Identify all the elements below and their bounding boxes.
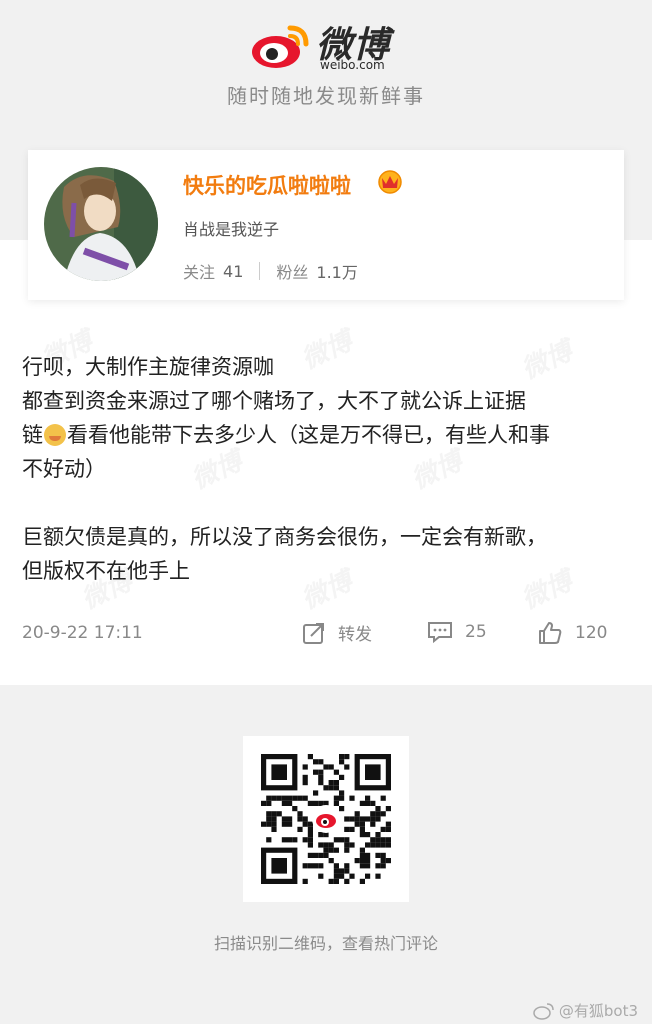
post-text-segment: 链 bbox=[22, 423, 43, 447]
repost-icon bbox=[303, 622, 324, 644]
post-meta: 20-9-22 17:11 转发 25 120 bbox=[22, 620, 632, 650]
stats-divider bbox=[259, 262, 261, 280]
repost-button[interactable]: 转发 bbox=[302, 620, 372, 645]
post-line: 行呗，大制作主旋律资源咖 bbox=[22, 355, 274, 379]
qr-hint: 扫描识别二维码，查看热门评论 bbox=[213, 934, 438, 953]
fans-label[interactable]: 粉丝 bbox=[276, 259, 308, 283]
like-button[interactable]: 120 bbox=[537, 620, 607, 646]
comment-count: 25 bbox=[465, 622, 487, 642]
qr-code[interactable] bbox=[243, 736, 409, 902]
comment-icon bbox=[428, 622, 452, 644]
credit-text: @有狐bot3 bbox=[558, 1002, 638, 1020]
logo-domain: weibo.com bbox=[320, 58, 385, 72]
username[interactable]: 快乐的吃瓜啦啦啦 bbox=[183, 170, 351, 200]
post-time: 20-9-22 17:11 bbox=[22, 623, 143, 643]
drooling-emoji-icon bbox=[44, 424, 66, 446]
post-line: 都查到资金来源过了哪个赌场了，大不了就公诉上证据 bbox=[22, 389, 526, 413]
follow-label[interactable]: 关注 bbox=[183, 259, 215, 283]
post-text-segment: 看看他能带下去多少人（这是万不得已，有些人和事 bbox=[67, 423, 550, 447]
bio: 肖战是我逆子 bbox=[183, 220, 280, 239]
post-line: 巨额欠债是真的，所以没了商务会很伤，一定会有新歌， bbox=[22, 525, 547, 549]
thumbs-up-icon bbox=[539, 622, 562, 644]
vip-crown-icon bbox=[378, 170, 402, 194]
weibo-small-icon bbox=[533, 1002, 554, 1020]
fans-count[interactable]: 1.1万 bbox=[316, 259, 357, 283]
weibo-eye-icon bbox=[252, 25, 309, 68]
like-count: 120 bbox=[575, 623, 608, 643]
qr-code-image bbox=[243, 736, 409, 902]
watermark-credit: @有狐bot3 bbox=[533, 1000, 638, 1021]
post-line: 链看看他能带下去多少人（这是万不得已，有些人和事 bbox=[22, 418, 632, 452]
weibo-logo: 微博 weibo.com bbox=[250, 14, 410, 74]
post-line: 但版权不在他手上 bbox=[22, 559, 190, 583]
repost-label: 转发 bbox=[338, 625, 372, 645]
header: 微博 weibo.com 随时随地发现新鲜事 bbox=[0, 0, 652, 150]
avatar[interactable] bbox=[44, 167, 158, 281]
slogan: 随时随地发现新鲜事 bbox=[227, 84, 425, 108]
profile-card[interactable]: 快乐的吃瓜啦啦啦 肖战是我逆子 关注 41 粉丝 1.1万 bbox=[28, 150, 624, 300]
profile-stats: 关注 41 粉丝 1.1万 bbox=[183, 259, 358, 283]
post-text: 行呗，大制作主旋律资源咖 都查到资金来源过了哪个赌场了，大不了就公诉上证据 链看… bbox=[22, 350, 632, 588]
avatar-image bbox=[44, 167, 158, 281]
follow-count[interactable]: 41 bbox=[223, 262, 243, 281]
comment-button[interactable]: 25 bbox=[427, 620, 487, 644]
post-line: 不好动） bbox=[22, 457, 106, 481]
